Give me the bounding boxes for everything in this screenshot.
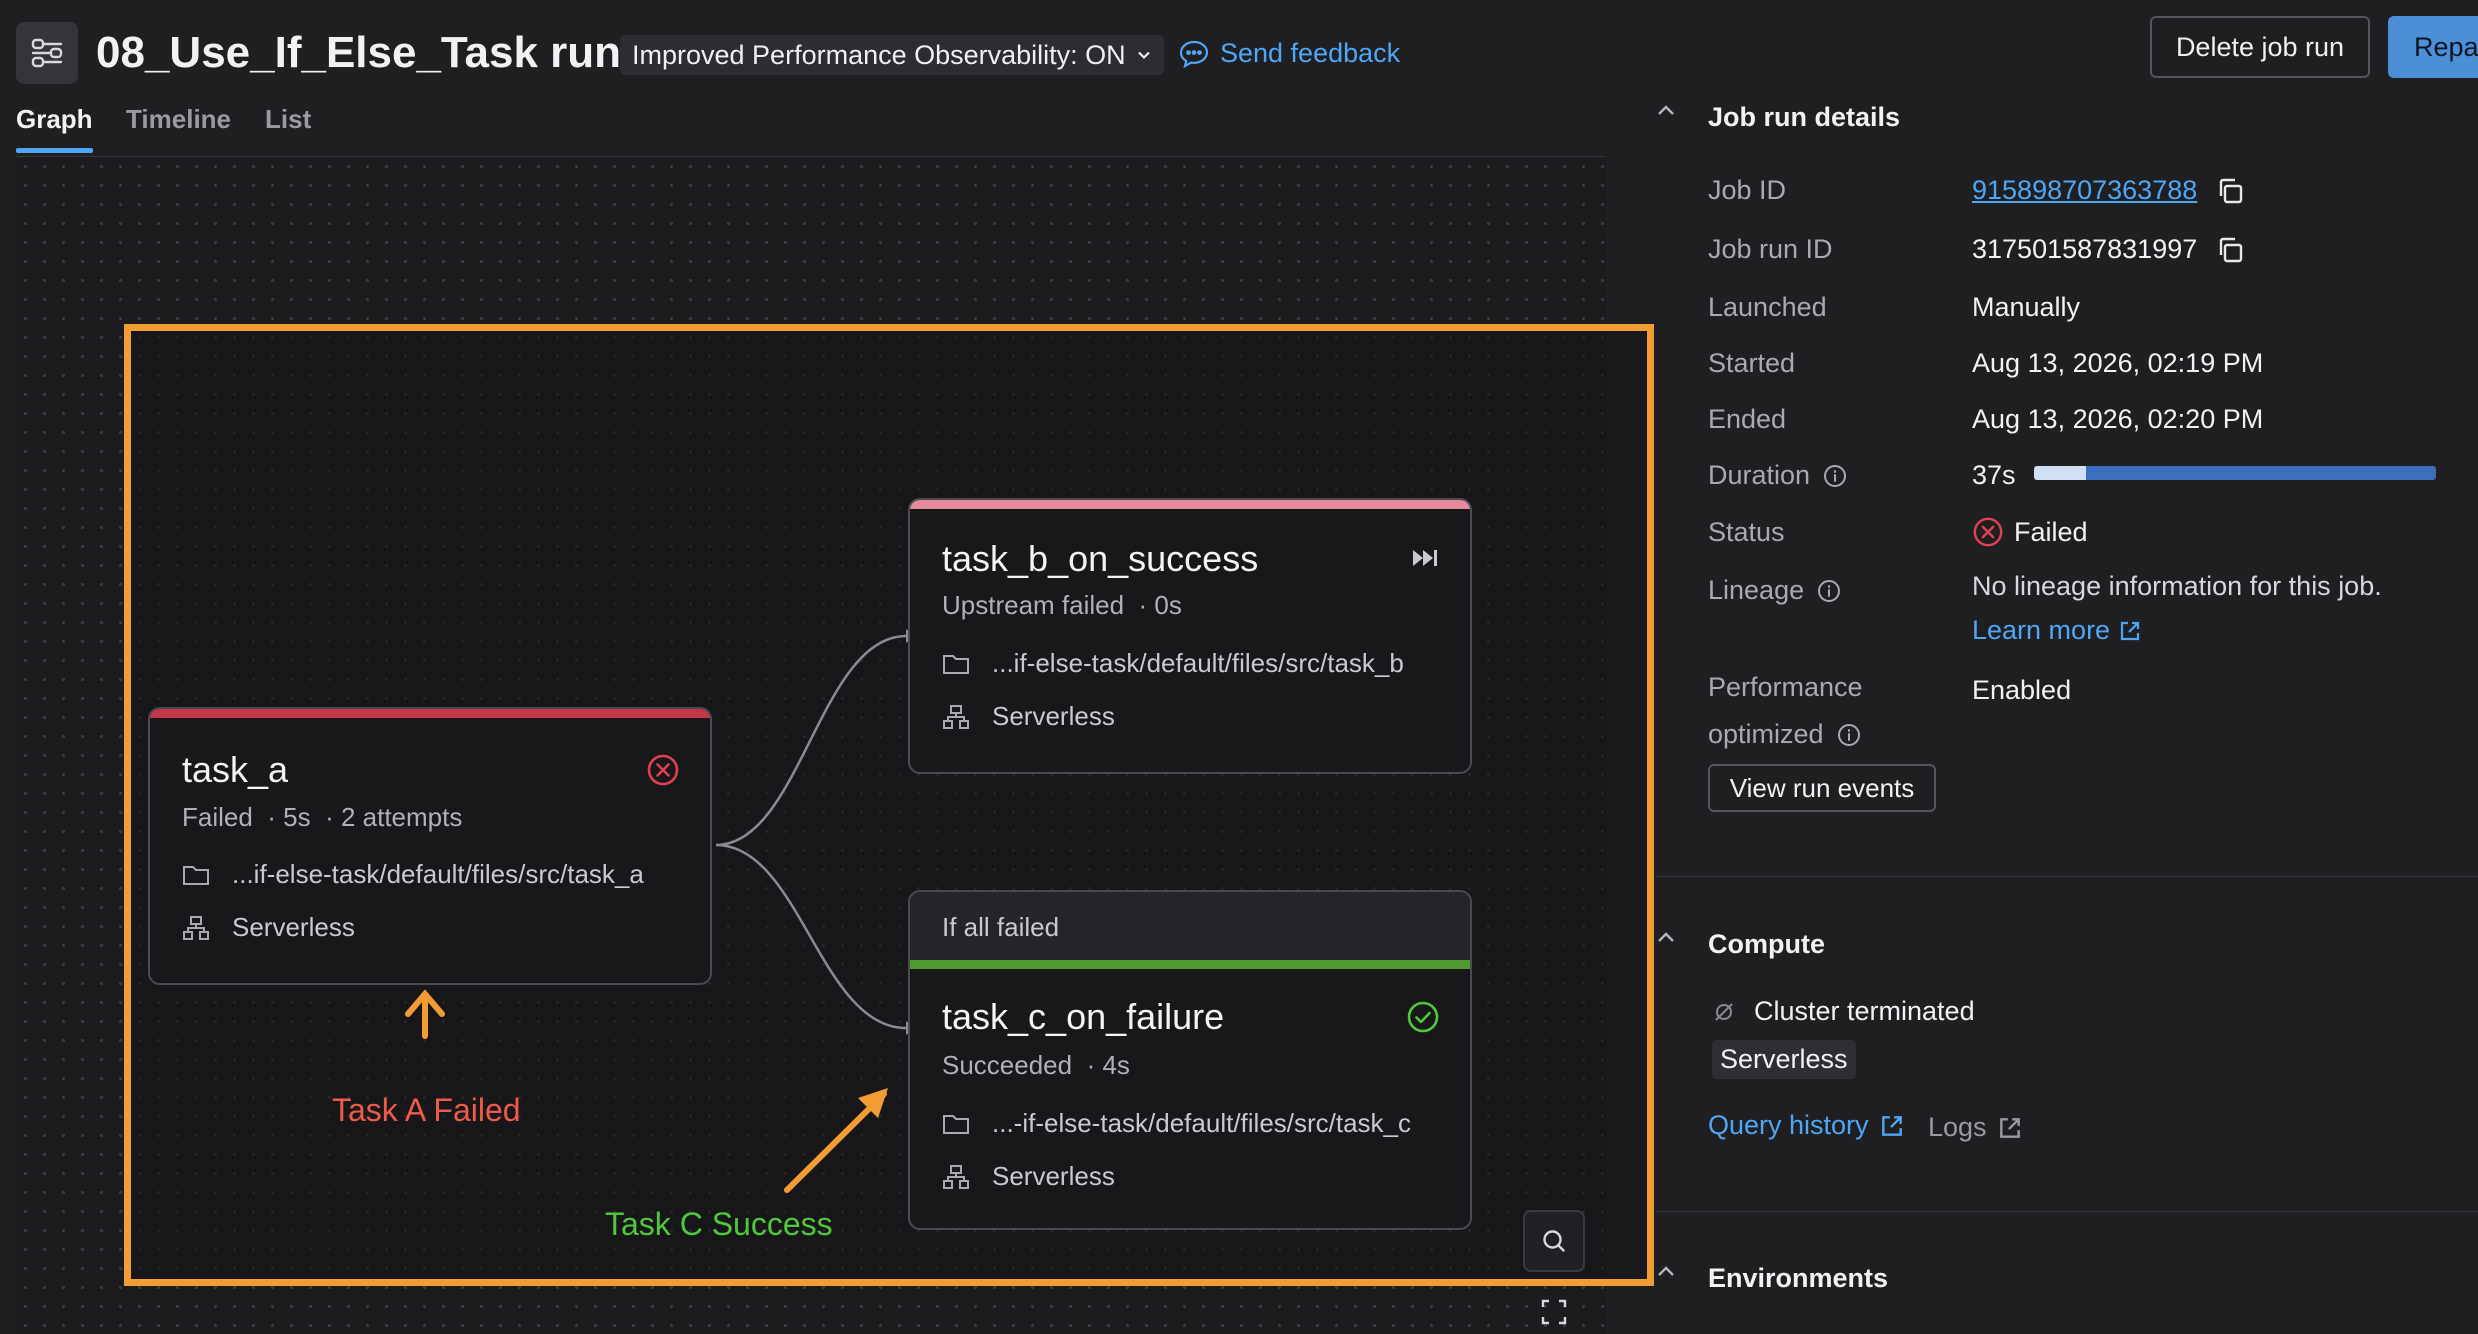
section-divider <box>1656 876 2478 877</box>
annotation-arrows <box>405 989 888 1193</box>
collapse-environments-chevron-icon[interactable] <box>1656 1264 1676 1278</box>
fit-to-screen-button[interactable] <box>1540 1298 1568 1326</box>
task-c-success-annotation: Task C Success <box>605 1206 833 1242</box>
status-value: Failed <box>2014 516 2088 547</box>
logs-link[interactable]: Logs <box>1928 1112 2023 1143</box>
cluster-terminated-icon <box>1715 1002 1733 1021</box>
fullscreen-icon <box>1541 1299 1567 1325</box>
logs-label: Logs <box>1928 1112 1987 1142</box>
status-label: Status <box>1708 517 1785 547</box>
lineage-label: Lineage <box>1708 575 1805 605</box>
view-run-events-button[interactable]: View run events <box>1708 764 1936 812</box>
copy-icon[interactable] <box>2215 235 2245 265</box>
task-a-failed-annotation: Task A Failed <box>332 1092 521 1128</box>
ended-value: Aug 13, 2026, 02:20 PM <box>1972 404 2264 434</box>
compute-title: Compute <box>1708 929 1825 959</box>
search-icon <box>1543 1230 1565 1252</box>
lineage-label-row: Lineage <box>1708 575 1842 606</box>
learn-more-link[interactable]: Learn more <box>1972 615 2142 646</box>
job-run-id-value: 317501587831997 <box>1972 234 2198 264</box>
external-link-icon <box>1881 1115 1902 1136</box>
job-run-id-label: Job run ID <box>1708 234 1833 264</box>
delete-job-run-button[interactable]: Delete job run <box>2150 16 2370 78</box>
failed-status-icon <box>1973 517 2003 547</box>
info-icon[interactable] <box>1836 722 1862 748</box>
cluster-status-row: Cluster terminated <box>1712 996 1975 1027</box>
external-link-icon <box>1999 1117 2020 1138</box>
collapse-details-chevron-icon[interactable] <box>1656 103 1676 117</box>
launched-value: Manually <box>1972 292 2081 322</box>
cluster-type-badge: Serverless <box>1712 1040 1856 1079</box>
job-id-label: Job ID <box>1708 175 1787 205</box>
repair-run-button[interactable]: Repai <box>2388 16 2478 78</box>
job-id-link[interactable]: 915898707363788 <box>1972 175 2197 206</box>
optimized-label: optimized <box>1708 719 1824 749</box>
performance-label: Performance <box>1708 672 1863 702</box>
copy-icon[interactable] <box>2215 176 2245 206</box>
status-row: Failed <box>1972 516 2088 548</box>
started-value: Aug 13, 2026, 02:19 PM <box>1972 348 2264 378</box>
job-run-details-title: Job run details <box>1708 102 1901 132</box>
zoom-search-button[interactable] <box>1523 1210 1585 1272</box>
learn-more-label: Learn more <box>1972 615 2111 645</box>
duration-bar-fill <box>2034 466 2087 480</box>
duration-bar <box>2034 466 2436 480</box>
lineage-value: No lineage information for this job. <box>1972 571 2382 601</box>
collapse-compute-chevron-icon[interactable] <box>1656 930 1676 944</box>
info-icon[interactable] <box>1816 578 1842 604</box>
external-link-icon <box>2120 621 2140 640</box>
environments-title: Environments <box>1708 1263 1889 1293</box>
ended-label: Ended <box>1708 404 1787 434</box>
duration-label-row: Duration <box>1708 460 1848 491</box>
performance-value: Enabled <box>1972 675 2072 705</box>
duration-label: Duration <box>1708 460 1811 490</box>
info-icon[interactable] <box>1822 463 1848 489</box>
started-label: Started <box>1708 348 1796 378</box>
optimized-label-row: optimized <box>1708 719 1862 750</box>
job-run-id-row: 317501587831997 <box>1972 234 2245 265</box>
launched-label: Launched <box>1708 292 1827 322</box>
query-history-label: Query history <box>1708 1110 1869 1140</box>
section-divider <box>1656 1211 2478 1212</box>
duration-value: 37s <box>1972 460 2016 490</box>
query-history-link[interactable]: Query history <box>1708 1110 1905 1141</box>
cluster-status: Cluster terminated <box>1754 996 1975 1026</box>
job-id-row: 915898707363788 <box>1972 175 2245 206</box>
